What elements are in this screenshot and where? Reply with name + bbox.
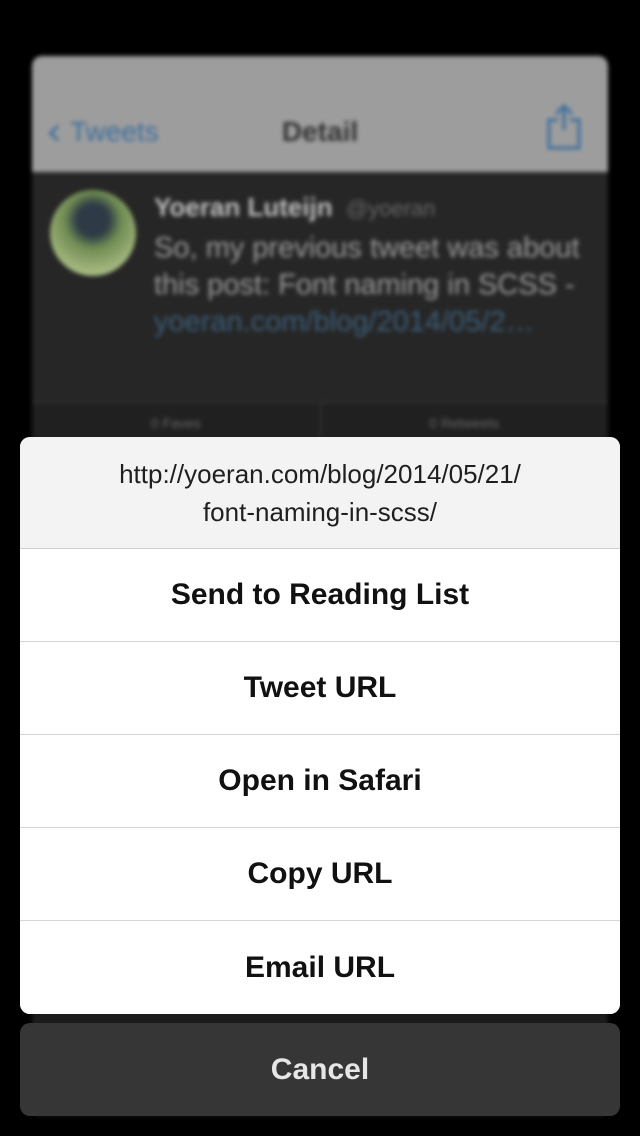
action-sheet: http://yoeran.com/blog/2014/05/21/ font-… [20, 437, 620, 1014]
email-url-button[interactable]: Email URL [20, 921, 620, 1014]
author-handle: @yoeran [345, 196, 436, 221]
cancel-button[interactable]: Cancel [20, 1023, 620, 1116]
tweet-url-button[interactable]: Tweet URL [20, 642, 620, 735]
author-name: Yoeran Luteijn [154, 192, 333, 222]
share-icon[interactable] [546, 104, 582, 150]
tweet-body: So, my previous tweet was about this pos… [154, 232, 580, 301]
action-sheet-header: http://yoeran.com/blog/2014/05/21/ font-… [20, 437, 620, 549]
open-in-safari-button[interactable]: Open in Safari [20, 735, 620, 828]
action-sheet-url: http://yoeran.com/blog/2014/05/21/ font-… [119, 458, 521, 527]
copy-url-button[interactable]: Copy URL [20, 828, 620, 921]
tweet: Yoeran Luteijn @yoeran So, my previous t… [32, 172, 608, 402]
avatar[interactable] [50, 190, 136, 276]
tweet-link[interactable]: yoeran.com/blog/2014/05/2… [154, 306, 534, 338]
navigation-bar: ‹ Tweets Detail [32, 56, 608, 172]
screen: ‹ Tweets Detail Yoeran Luteijn @yoeran S… [0, 0, 640, 1136]
send-to-reading-list-button[interactable]: Send to Reading List [20, 549, 620, 642]
tweet-text: So, my previous tweet was about this pos… [154, 230, 584, 341]
nav-title: Detail [281, 116, 359, 147]
tweet-author: Yoeran Luteijn @yoeran [154, 192, 436, 223]
